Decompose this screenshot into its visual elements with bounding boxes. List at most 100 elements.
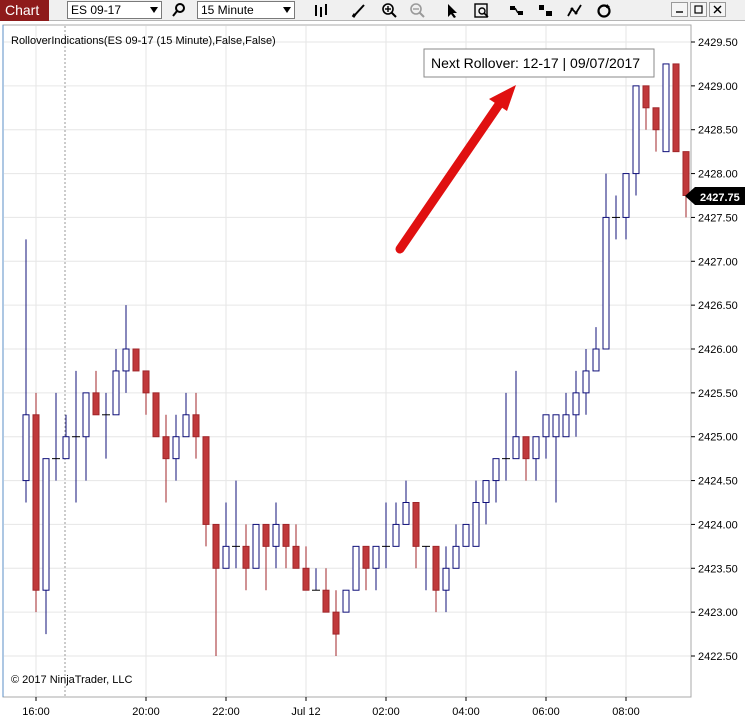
minimize-button[interactable] [671,2,688,17]
candle-body [292,545,300,569]
y-tick-label: 2422.50 [698,651,738,663]
instrument-selector[interactable]: ES 09-17 [67,1,162,19]
search-icon[interactable] [170,2,188,19]
candle-body [162,436,170,460]
y-tick-label: 2424.50 [698,476,738,488]
candle-body [662,63,670,153]
candle-body [112,370,120,416]
candle-body [342,589,350,613]
y-tick-label: 2423.00 [698,607,738,619]
candle-body [432,545,440,591]
candle-body [592,348,600,372]
chevron-down-icon [150,7,158,13]
y-tick-label: 2426.00 [698,344,738,356]
candle-body [652,107,660,131]
x-tick-label: 20:00 [132,706,160,718]
candle-body [202,436,210,525]
x-tick-label: Jul 12 [291,706,320,718]
zoom-in-icon[interactable] [381,2,399,19]
candle-body [552,414,560,438]
candle [32,392,40,613]
candle-body [322,589,330,613]
candle-body [122,348,130,372]
x-tick-label: 16:00 [22,706,50,718]
candle-body [42,458,50,591]
candle [662,63,670,153]
candle-body [602,216,610,350]
candle-body [642,85,650,109]
y-axis-ticks: 2422.50 2423.00 2423.50 2424.00 2424.50 2425.… [691,37,738,663]
chart-style-icon[interactable] [537,2,555,19]
last-price-tag: 2427.75 [685,187,745,205]
candle-body [412,502,420,547]
candle-body [472,502,480,547]
candle-body [142,370,150,394]
candle-body [562,414,570,438]
rollover-annotation: Next Rollover: 12-17 | 09/07/2017 [431,55,640,71]
candle-body [92,392,100,416]
candle-body [82,392,90,438]
x-tick-label: 22:00 [212,706,240,718]
candle-body [462,523,470,547]
candle-body [272,523,280,547]
x-tick-label: 02:00 [372,706,400,718]
refresh-icon[interactable] [595,2,613,19]
candle [152,392,160,438]
candle-body [22,414,30,482]
candle-body [332,611,340,635]
candle-body [252,523,260,569]
candle-body [392,523,400,547]
candle-body [452,545,460,569]
x-tick-label: 04:00 [452,706,480,718]
price-chart[interactable]: 2422.50 2423.00 2423.50 2424.00 2424.50 2425.… [0,21,745,727]
x-tick-label: 06:00 [532,706,560,718]
candle [252,523,260,569]
chart-toolbar: Chart ES 09-17 15 Minute [0,0,745,21]
candle-body [582,370,590,394]
candle-body [222,545,230,569]
candle-body [622,173,630,218]
maximize-button[interactable] [690,2,707,17]
candle-body [442,567,450,591]
candle-body [62,436,70,460]
candle-body [572,392,580,416]
y-tick-label: 2428.50 [698,125,738,137]
y-tick-label: 2423.50 [698,563,738,575]
candle-body [362,545,370,569]
candle-body [32,414,40,591]
candle-body [532,436,540,460]
candle [132,348,140,372]
close-button[interactable] [709,2,726,17]
candle [342,589,350,613]
candle-body [512,436,520,460]
candle-body [492,458,500,482]
candle-body [152,392,160,438]
candle-body [182,414,190,438]
candle [462,523,470,547]
y-tick-label: 2428.00 [698,169,738,181]
y-tick-label: 2427.50 [698,212,738,224]
candle-body [262,523,270,547]
candle-body [242,545,250,569]
candle-body [522,436,530,460]
candle-body [302,567,310,591]
candle-body [132,348,140,372]
chevron-down-icon [283,7,291,13]
bar-type-icon[interactable] [312,2,330,19]
draw-icon[interactable] [350,2,368,19]
chart-tab[interactable]: Chart [0,0,49,21]
copyright-text: © 2017 NinjaTrader, LLC [11,674,132,686]
candle-body [192,414,200,438]
data-box-icon[interactable] [473,2,491,19]
pointer-icon[interactable] [443,2,461,19]
interval-selector[interactable]: 15 Minute [197,1,295,19]
candle-body [172,436,180,460]
candle-body [402,502,410,525]
zoom-out-icon[interactable] [409,2,427,19]
strategies-icon[interactable] [508,2,526,19]
y-tick-label: 2425.00 [698,432,738,444]
candle-body [542,414,550,438]
y-tick-label: 2427.00 [698,256,738,268]
candle-body [282,523,290,547]
indicators-icon[interactable] [566,2,584,19]
